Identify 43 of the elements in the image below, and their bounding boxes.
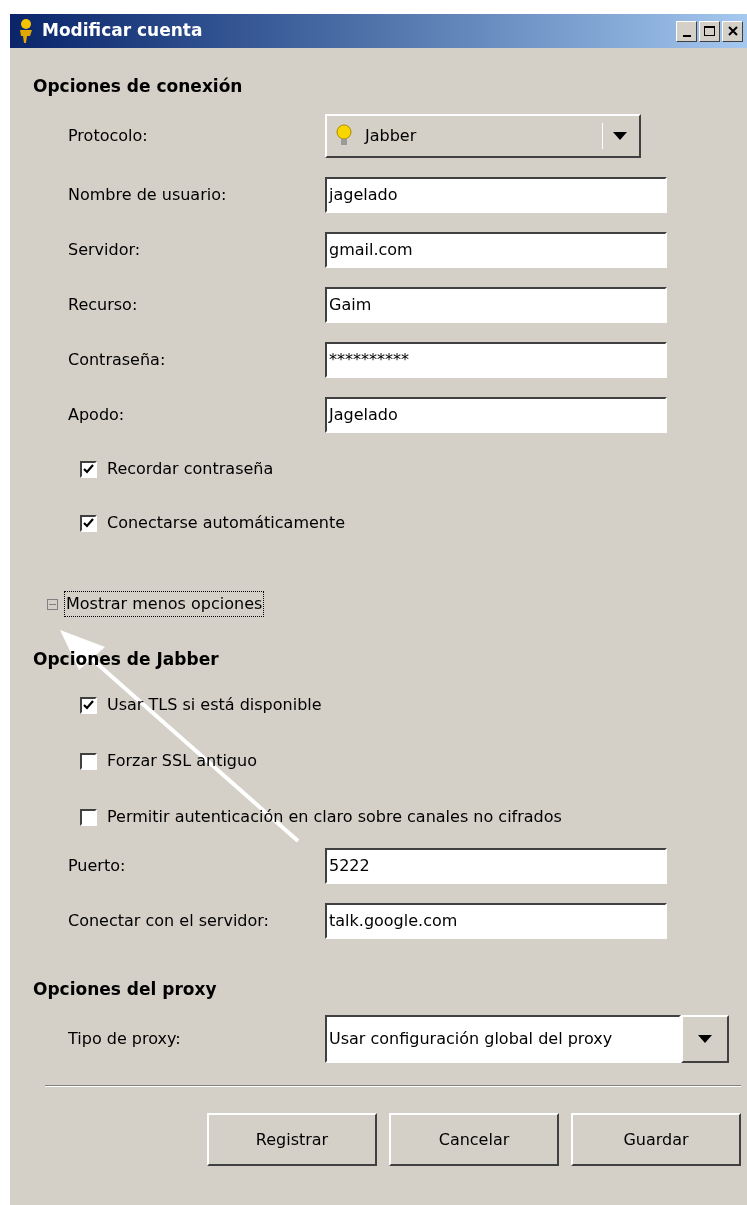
section-heading: Opciones de Jabber [33,648,220,671]
input-field[interactable]: jagelado [325,177,667,213]
minimize-button[interactable] [676,20,697,42]
field-label: Servidor: [68,239,142,261]
field-label: Apodo: [68,404,126,426]
dropdown-arrow-icon [613,132,627,140]
field-label: Protocolo: [68,125,149,147]
collapse-icon[interactable] [47,598,58,610]
checkbox[interactable] [80,752,97,770]
checkbox-label: Recordar contraseña [107,458,274,480]
checkbox[interactable] [80,696,97,714]
window-title: Modificar cuenta [42,19,203,43]
dropdown-arrow-icon [698,1035,712,1043]
input-field[interactable]: 5222 [325,848,667,884]
checkbox[interactable] [80,808,97,826]
maximize-button[interactable] [699,20,720,42]
checkbox-label: Forzar SSL antiguo [107,750,257,772]
checkbox-label: Usar TLS si está disponible [107,694,322,716]
checkbox-label: Permitir autenticación en claro sobre canales no cifrados [107,806,562,828]
field-label: Nombre de usuario: [68,184,228,206]
input-field[interactable]: ********** [325,342,667,378]
field-label: Tipo de proxy: [68,1028,182,1050]
checkbox[interactable] [80,460,97,478]
dialog-button[interactable]: Cancelar [389,1113,559,1166]
section-heading: Opciones del proxy [33,978,218,1001]
field-label: Conectar con el servidor: [68,910,270,932]
dialog-button[interactable]: Registrar [207,1113,377,1166]
protocol-dropdown[interactable]: Jabber [325,114,641,158]
field-label: Puerto: [68,855,127,877]
expander-link[interactable]: Mostrar menos opciones [64,591,265,617]
field-label: Contraseña: [68,349,167,371]
input-field[interactable]: talk.google.com [325,903,667,939]
input-field[interactable]: gmail.com [325,232,667,268]
checkbox[interactable] [80,514,97,532]
checkbox-label: Conectarse automáticamente [107,512,346,534]
section-heading: Opciones de conexión [33,75,244,98]
input-field[interactable]: Jagelado [325,397,667,433]
dialog-button[interactable]: Guardar [571,1113,741,1166]
close-button[interactable] [722,20,743,42]
input-field[interactable]: Gaim [325,287,667,323]
lightbulb-icon [335,124,353,148]
field-label: Recurso: [68,294,139,316]
close-icon [727,26,738,36]
